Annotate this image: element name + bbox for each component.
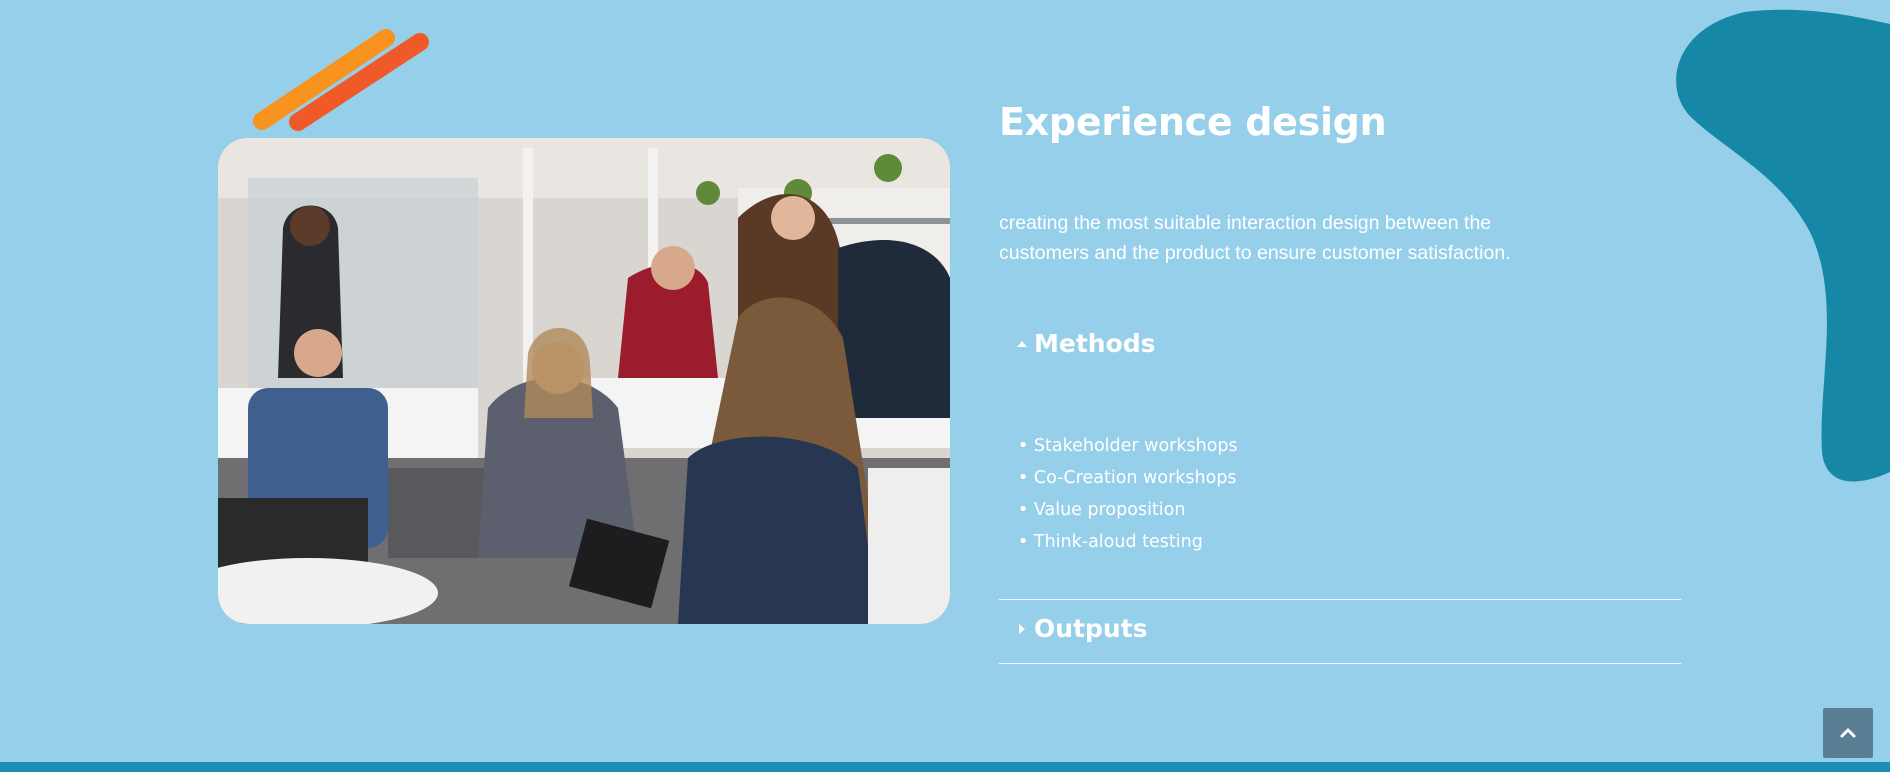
list-item: Value proposition	[1018, 494, 1238, 526]
accordion-methods-header[interactable]: Methods	[1016, 329, 1156, 358]
list-item: Co-Creation workshops	[1018, 462, 1238, 494]
accordion-outputs-label: Outputs	[1034, 614, 1148, 643]
team-meeting-photo	[218, 138, 950, 624]
divider	[999, 663, 1681, 664]
list-item: Stakeholder workshops	[1018, 430, 1238, 462]
section-title: Experience design	[999, 100, 1387, 144]
list-item: Think-aloud testing	[1018, 526, 1238, 558]
scroll-to-top-button[interactable]	[1823, 708, 1873, 758]
bottom-bar	[0, 762, 1890, 772]
accordion-outputs-header[interactable]: Outputs	[1016, 614, 1148, 643]
decorative-blob-shape	[1676, 9, 1890, 482]
chevron-up-icon	[1840, 726, 1856, 741]
caret-right-icon	[1016, 623, 1028, 635]
divider	[999, 599, 1681, 600]
methods-list: Stakeholder workshops Co-Creation worksh…	[1018, 430, 1238, 558]
decorative-stripes	[253, 29, 429, 131]
section-description: creating the most suitable interaction d…	[999, 212, 1511, 264]
accordion-methods-label: Methods	[1034, 329, 1156, 358]
caret-up-icon	[1016, 340, 1028, 348]
